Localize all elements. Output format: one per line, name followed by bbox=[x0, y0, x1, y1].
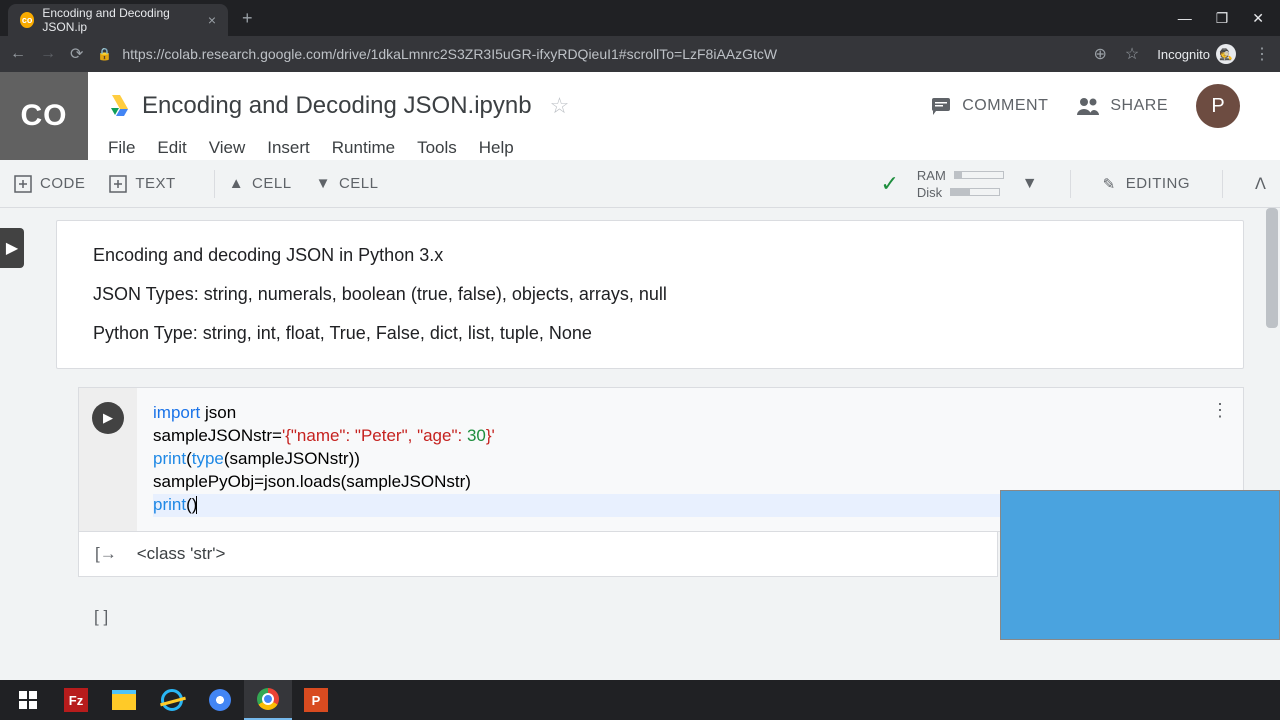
separator bbox=[1070, 170, 1071, 198]
separator bbox=[1222, 170, 1223, 198]
editing-mode-button[interactable]: ✎ EDITING bbox=[1103, 175, 1190, 193]
back-icon[interactable]: ← bbox=[10, 45, 26, 63]
avatar[interactable]: P bbox=[1196, 84, 1240, 128]
resource-indicator[interactable]: RAM Disk bbox=[917, 168, 1004, 200]
menu-file[interactable]: File bbox=[108, 138, 135, 158]
comment-icon bbox=[930, 95, 952, 117]
document-title[interactable]: Encoding and Decoding JSON.ipynb bbox=[142, 92, 532, 120]
scrollbar[interactable] bbox=[1266, 208, 1278, 328]
lock-icon: 🔒 bbox=[97, 47, 112, 61]
text-line: Python Type: string, int, float, True, F… bbox=[93, 323, 1207, 344]
output-icon: [→ bbox=[95, 544, 117, 564]
drive-icon bbox=[108, 94, 132, 118]
incognito-icon: 🕵 bbox=[1216, 44, 1236, 64]
file-explorer-icon[interactable] bbox=[100, 680, 148, 720]
start-button[interactable] bbox=[4, 680, 52, 720]
bookmark-star-icon[interactable]: ☆ bbox=[1125, 44, 1139, 64]
ie-icon[interactable] bbox=[148, 680, 196, 720]
incognito-indicator: Incognito 🕵 bbox=[1157, 44, 1236, 64]
address-bar[interactable]: 🔒 https://colab.research.google.com/driv… bbox=[97, 46, 1079, 62]
plus-icon bbox=[109, 175, 127, 193]
dropdown-icon[interactable]: ▼ bbox=[1022, 175, 1038, 193]
plus-icon bbox=[14, 175, 32, 193]
close-icon[interactable]: × bbox=[208, 12, 216, 28]
window-controls: ― ❐ ✕ bbox=[1178, 10, 1280, 27]
chevron-up-icon[interactable]: ᐱ bbox=[1255, 174, 1266, 194]
output-cell: [→ <class 'str'> bbox=[78, 532, 998, 577]
text-cell[interactable]: Encoding and decoding JSON in Python 3.x… bbox=[56, 220, 1244, 369]
video-overlay bbox=[1000, 490, 1280, 640]
filezilla-icon[interactable]: Fz bbox=[52, 680, 100, 720]
browser-tab[interactable]: co Encoding and Decoding JSON.ip × bbox=[8, 4, 228, 36]
comment-button[interactable]: COMMENT bbox=[930, 95, 1048, 117]
minimize-icon[interactable]: ― bbox=[1178, 10, 1192, 27]
new-tab-button[interactable]: + bbox=[242, 8, 253, 29]
colab-logo-icon: CO bbox=[0, 72, 88, 160]
menu-edit[interactable]: Edit bbox=[157, 138, 186, 158]
output-text: <class 'str'> bbox=[137, 544, 226, 564]
zoom-icon[interactable]: ⊕ bbox=[1093, 44, 1106, 64]
cell-down-button[interactable]: ▼ CELL bbox=[316, 175, 379, 192]
text-line: JSON Types: string, numerals, boolean (t… bbox=[93, 284, 1207, 305]
tab-favicon-icon: co bbox=[20, 12, 34, 28]
text-line: Encoding and decoding JSON in Python 3.x bbox=[93, 245, 1207, 266]
pencil-icon: ✎ bbox=[1103, 175, 1116, 193]
powerpoint-icon[interactable]: P bbox=[292, 680, 340, 720]
sidebar-toggle[interactable]: ▶ bbox=[0, 228, 24, 268]
star-icon[interactable]: ☆ bbox=[550, 93, 570, 119]
cell-menu-icon[interactable]: ⋮ bbox=[1211, 400, 1229, 421]
chromium-icon[interactable] bbox=[196, 680, 244, 720]
connected-check-icon: ✓ bbox=[880, 171, 898, 197]
separator bbox=[214, 170, 215, 198]
cell-up-button[interactable]: ▲ CELL bbox=[229, 175, 292, 192]
menu-runtime[interactable]: Runtime bbox=[332, 138, 395, 158]
menu-view[interactable]: View bbox=[209, 138, 246, 158]
close-window-icon[interactable]: ✕ bbox=[1252, 10, 1264, 27]
chrome-icon[interactable] bbox=[244, 680, 292, 720]
add-code-button[interactable]: CODE bbox=[14, 175, 85, 193]
browser-toolbar: ← → ⟳ 🔒 https://colab.research.google.co… bbox=[0, 36, 1280, 72]
people-icon bbox=[1076, 95, 1100, 117]
colab-app: CO Encoding and Decoding JSON.ipynb ☆ CO… bbox=[0, 72, 1280, 680]
reload-icon[interactable]: ⟳ bbox=[70, 44, 83, 64]
add-text-button[interactable]: TEXT bbox=[109, 175, 175, 193]
menu-insert[interactable]: Insert bbox=[267, 138, 310, 158]
url-text: https://colab.research.google.com/drive/… bbox=[122, 46, 777, 62]
colab-header: CO Encoding and Decoding JSON.ipynb ☆ CO… bbox=[0, 72, 1280, 160]
arrow-down-icon: ▼ bbox=[316, 175, 331, 192]
browser-tab-strip: co Encoding and Decoding JSON.ip × + ― ❐… bbox=[0, 0, 1280, 36]
maximize-icon[interactable]: ❐ bbox=[1216, 10, 1229, 27]
menu-help[interactable]: Help bbox=[479, 138, 514, 158]
cell-gutter: ▶ bbox=[79, 388, 137, 531]
browser-menu-icon[interactable]: ⋮ bbox=[1254, 44, 1270, 64]
notebook-toolbar: CODE TEXT ▲ CELL ▼ CELL ✓ RAM Disk ▼ ✎ E… bbox=[0, 160, 1280, 208]
run-button[interactable]: ▶ bbox=[92, 402, 124, 434]
tab-title: Encoding and Decoding JSON.ip bbox=[42, 6, 199, 34]
menu-bar: File Edit View Insert Runtime Tools Help bbox=[108, 128, 1260, 158]
menu-tools[interactable]: Tools bbox=[417, 138, 457, 158]
share-button[interactable]: SHARE bbox=[1076, 95, 1168, 117]
arrow-up-icon: ▲ bbox=[229, 175, 244, 192]
forward-icon[interactable]: → bbox=[40, 45, 56, 63]
windows-taskbar: Fz P bbox=[0, 680, 1280, 720]
